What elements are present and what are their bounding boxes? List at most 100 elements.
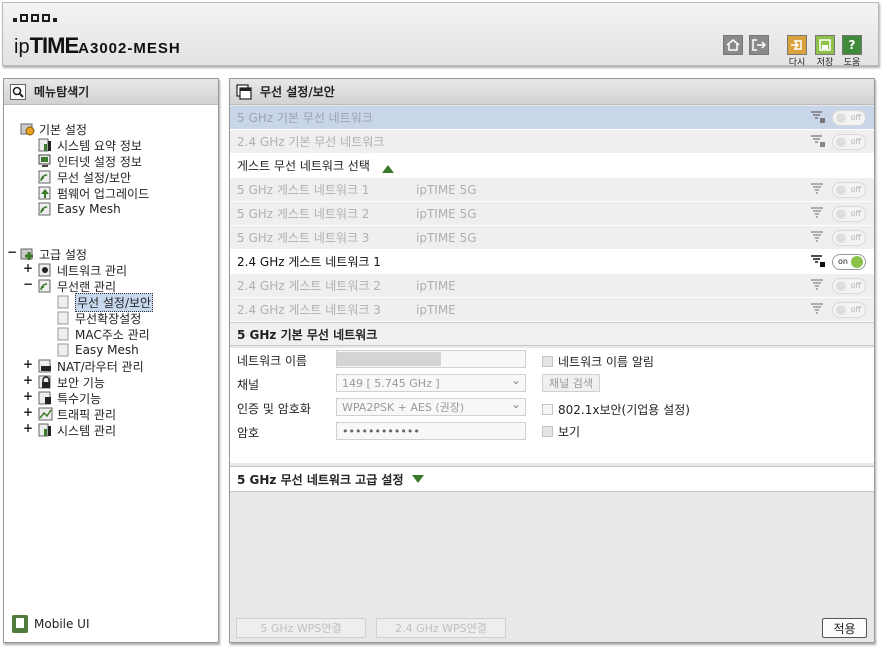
toggle-switch[interactable]: off <box>832 230 866 246</box>
menu-system-summary[interactable]: 시스템 요약 정보 <box>38 137 142 153</box>
toggle-switch[interactable]: off <box>832 110 866 126</box>
ssid-input[interactable] <box>336 350 526 368</box>
network-row-5g-basic[interactable]: 5 GHz 기본 무선 네트워크 off <box>230 106 874 130</box>
menu-wlan-wireless-settings[interactable]: 무선 설정/보안 <box>56 292 154 312</box>
magnifier-icon <box>10 83 26 100</box>
restart-label: 다시 <box>788 58 806 68</box>
tool-icon <box>38 391 53 405</box>
apply-button[interactable]: 적용 <box>822 618 867 638</box>
menu-explorer-header: 메뉴탐색기 <box>4 79 218 105</box>
expand-icon[interactable]: + <box>23 357 33 371</box>
expand-icon[interactable]: + <box>23 373 33 387</box>
menu-security[interactable]: 보안 기능 <box>38 374 105 390</box>
network-row-24g-basic[interactable]: 2.4 GHz 기본 무선 네트워크 off <box>230 130 874 154</box>
channel-scan-button[interactable]: 채널 검색 <box>542 374 600 392</box>
chart-doc-icon <box>38 138 53 152</box>
expand-icon[interactable]: + <box>23 389 33 403</box>
expand-icon[interactable]: + <box>23 421 33 435</box>
page-title: 무선 설정/보안 <box>260 85 335 99</box>
menu-firmware-upgrade[interactable]: 펌웨어 업그레이드 <box>38 185 149 201</box>
menu-explorer-title: 메뉴탐색기 <box>34 85 90 99</box>
lock-icon <box>38 375 53 389</box>
menu-mac-management[interactable]: MAC주소 관리 <box>56 326 150 342</box>
channel-label: 채널 <box>237 378 260 392</box>
menu-basic-settings[interactable]: 기본 설정 <box>20 121 87 137</box>
menu-traffic-management[interactable]: 트래픽 관리 <box>38 406 116 422</box>
toggle-switch[interactable]: off <box>832 302 866 318</box>
ssid-label: 네트워크 이름 <box>237 354 308 368</box>
filter-icon <box>811 279 825 291</box>
channel-select[interactable]: 149 [ 5.745 GHz ] <box>336 373 526 392</box>
network-row-5g-guest-2[interactable]: 5 GHz 게스트 네트워크 2 ipTIME 5G off <box>230 202 874 226</box>
collapse-icon[interactable]: − <box>7 245 17 259</box>
triangle-down-icon[interactable] <box>411 475 424 483</box>
toggle-switch[interactable]: off <box>832 182 866 198</box>
mobile-ui-link[interactable]: Mobile UI <box>12 615 90 633</box>
network-row-5g-guest-3[interactable]: 5 GHz 게스트 네트워크 3 ipTIME 5G off <box>230 226 874 250</box>
toggle-switch[interactable]: off <box>832 206 866 222</box>
menu-wireless-settings[interactable]: 무선 설정/보안 <box>38 169 131 185</box>
network-row-24g-guest-3[interactable]: 2.4 GHz 게스트 네트워크 3 ipTIME off <box>230 298 874 322</box>
logo-dots <box>13 14 57 22</box>
menu-internet-info[interactable]: 인터넷 설정 정보 <box>38 153 142 169</box>
header-bar: ipTIMEA3002-MESH 다시 저장 ? 도움 <box>2 2 879 68</box>
filter-icon <box>811 183 825 195</box>
filter-lock-icon <box>811 135 825 147</box>
help-icon[interactable]: ? <box>842 35 862 55</box>
filter-lock-icon <box>811 111 825 123</box>
toggle-switch[interactable]: off <box>832 278 866 294</box>
broadcast-ssid-checkbox[interactable]: 네트워크 이름 알림 <box>542 353 654 370</box>
advanced-settings-toggle[interactable]: 5 GHz 무선 네트워크 고급 설정 <box>230 466 874 492</box>
folder-gear-icon <box>20 122 35 136</box>
wifi-doc-icon <box>38 170 53 184</box>
expand-icon[interactable]: + <box>23 261 33 275</box>
upgrade-icon <box>38 186 53 200</box>
menu-easy-mesh-basic[interactable]: Easy Mesh <box>38 201 121 217</box>
auth-select[interactable]: WPA2PSK + AES (권장) <box>336 397 526 416</box>
auth-label: 인증 및 암호화 <box>237 402 311 416</box>
toggle-switch[interactable]: off <box>832 134 866 150</box>
triangle-up-icon[interactable] <box>382 162 394 176</box>
menu-advanced-settings[interactable]: 고급 설정 <box>20 246 87 262</box>
show-password-checkbox[interactable]: 보기 <box>542 423 580 440</box>
logo: ipTIMEA3002-MESH <box>14 33 181 58</box>
password-label: 암호 <box>237 426 260 440</box>
save-label: 저장 <box>816 58 834 68</box>
guest-network-select[interactable]: 게스트 무선 네트워크 선택 <box>230 154 874 178</box>
menu-wlan-easy-mesh[interactable]: Easy Mesh <box>56 342 139 358</box>
settings-form: 네트워크 이름 네트워크 이름 알림 채널 149 [ 5.745 GHz ] … <box>230 348 874 463</box>
mobile-phone-icon <box>12 615 28 633</box>
filter-icon <box>811 303 825 315</box>
wifi-doc-icon <box>38 279 53 293</box>
menu-special-features[interactable]: 특수기능 <box>38 390 101 406</box>
password-input[interactable]: •••••••••••• <box>336 422 526 440</box>
page-icon <box>56 343 71 357</box>
menu-wlan-extension[interactable]: 무선확장설정 <box>56 310 141 326</box>
filter-icon <box>811 231 825 243</box>
expand-icon[interactable]: + <box>23 405 33 419</box>
page-icon <box>56 311 71 325</box>
menu-system-management[interactable]: 시스템 관리 <box>38 422 116 438</box>
wps-5g-button[interactable]: 5 GHz WPS연결 <box>236 618 366 638</box>
network-row-24g-guest-2[interactable]: 2.4 GHz 게스트 네트워크 2 ipTIME off <box>230 274 874 298</box>
help-label: 도움 <box>843 58 861 68</box>
wps-24g-button[interactable]: 2.4 GHz WPS연결 <box>376 618 506 638</box>
menu-network-management[interactable]: 네트워크 관리 <box>38 262 127 278</box>
network-icon <box>38 263 53 277</box>
restart-icon[interactable] <box>787 35 807 55</box>
enterprise-checkbox[interactable]: 802.1x보안(기업용 설정) <box>542 401 690 418</box>
network-row-5g-guest-1[interactable]: 5 GHz 게스트 네트워크 1 ipTIME 5G off <box>230 178 874 202</box>
home-icon[interactable] <box>723 35 743 55</box>
logout-icon[interactable] <box>749 35 769 55</box>
menu-nat-router[interactable]: NAT/라우터 관리 <box>38 358 144 374</box>
page-icon <box>56 295 71 309</box>
filter-lock-icon <box>811 255 825 267</box>
wifi-doc-icon <box>38 202 53 216</box>
wireless-settings-panel: 무선 설정/보안 5 GHz 기본 무선 네트워크 off 2.4 GHz 기본… <box>229 78 875 643</box>
collapse-icon[interactable]: − <box>23 277 33 291</box>
save-icon[interactable] <box>815 35 835 55</box>
wireless-settings-header: 무선 설정/보안 <box>230 79 874 105</box>
toggle-switch[interactable]: on <box>832 254 866 270</box>
page-icon <box>56 327 71 341</box>
network-row-24g-guest-1[interactable]: 2.4 GHz 게스트 네트워크 1 on <box>230 250 874 274</box>
